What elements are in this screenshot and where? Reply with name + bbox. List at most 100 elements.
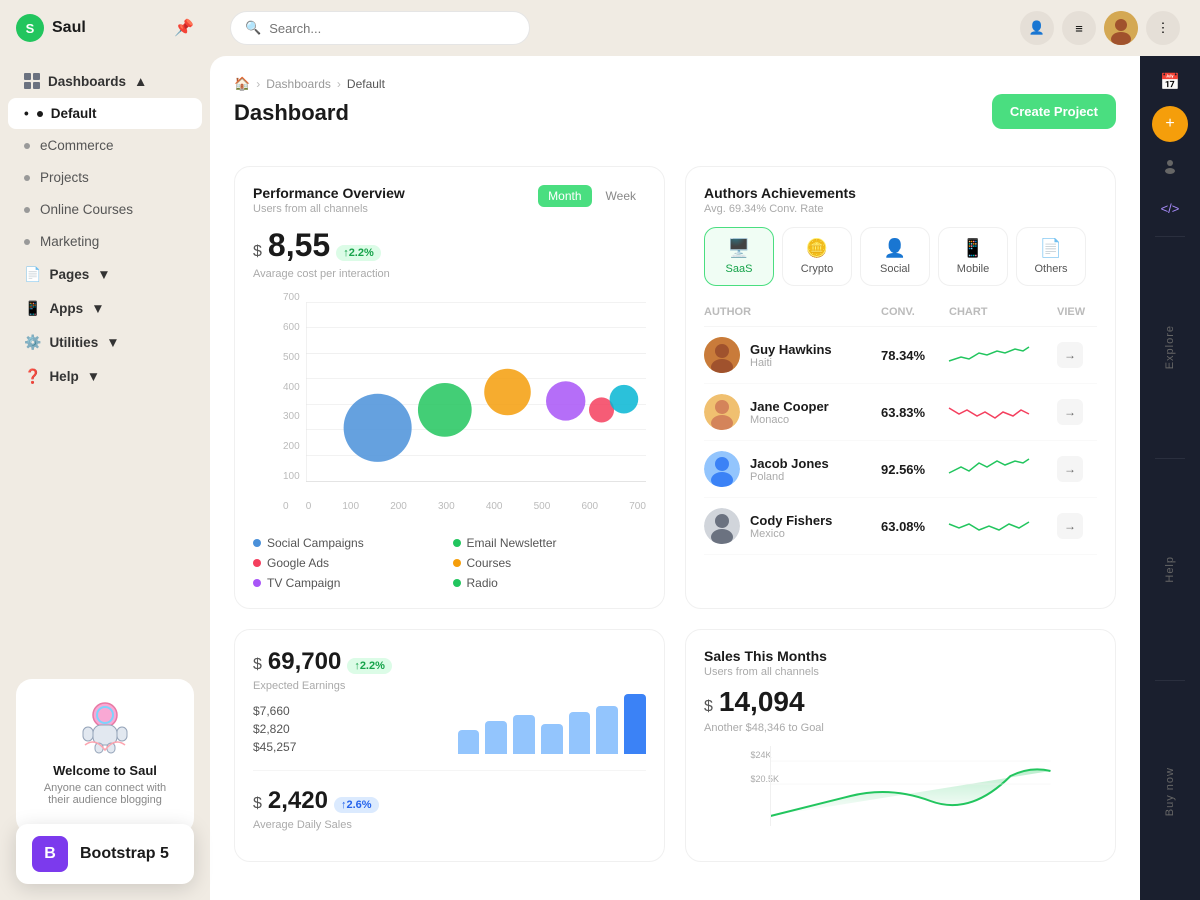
- earnings-badge: ↑2.2%: [347, 658, 392, 674]
- tab-crypto[interactable]: 🪙 Crypto: [782, 227, 852, 286]
- separator: [1155, 236, 1185, 237]
- metric-currency: $: [253, 243, 262, 261]
- notification-button[interactable]: 👤: [1020, 11, 1054, 45]
- sidebar-item-default[interactable]: Default: [8, 98, 202, 129]
- view-btn-cody[interactable]: →: [1057, 513, 1083, 539]
- separator: ›: [256, 77, 260, 91]
- dashboard-grid: Performance Overview Users from all chan…: [234, 166, 1116, 609]
- social-icon: 👤: [884, 238, 906, 259]
- user-panel-button[interactable]: [1152, 148, 1188, 184]
- bar-1: [458, 730, 480, 754]
- search-icon: 🔍: [245, 20, 261, 36]
- sales-currency: $: [704, 698, 713, 716]
- authors-header: Authors Achievements Avg. 69.34% Conv. R…: [704, 185, 1097, 215]
- performance-card: Performance Overview Users from all chan…: [234, 166, 665, 609]
- table-row: Jane Cooper Monaco 63.83% →: [704, 384, 1097, 441]
- sidebar-item-marketing[interactable]: Marketing: [8, 226, 202, 257]
- sidebar: S Saul 📌 Dashboards ▲ Default eCommerce …: [0, 0, 210, 900]
- x-label-700: 700: [629, 501, 646, 512]
- mobile-icon: 📱: [962, 238, 984, 259]
- period-week-tab[interactable]: Week: [596, 185, 646, 207]
- sidebar-item-help[interactable]: ❓ Help ▼: [8, 360, 202, 393]
- table-row: Guy Hawkins Haiti 78.34% →: [704, 327, 1097, 384]
- more-button[interactable]: ⋮: [1146, 11, 1180, 45]
- sidebar-item-ecommerce[interactable]: eCommerce: [8, 130, 202, 161]
- sidebar-nav: Dashboards ▲ Default eCommerce Projects …: [0, 56, 210, 663]
- bubble-svg: [306, 292, 646, 492]
- authors-subtitle: Avg. 69.34% Conv. Rate: [704, 203, 856, 215]
- legend-dot-social: [253, 539, 261, 547]
- x-axis-labels: 0 100 200 300 400 500 600 700: [306, 501, 646, 512]
- legend-label-courses: Courses: [467, 556, 512, 570]
- table-row: Cody Fishers Mexico 63.08% →: [704, 498, 1097, 555]
- legend-courses: Courses: [453, 556, 647, 570]
- y-label-700: 700: [283, 292, 300, 303]
- tab-social[interactable]: 👤 Social: [860, 227, 930, 286]
- sidebar-item-dashboards[interactable]: Dashboards ▲: [8, 65, 202, 97]
- earnings-chart: [458, 648, 647, 754]
- chart-cody: [949, 514, 1029, 538]
- tab-others[interactable]: 📄 Others: [1016, 227, 1086, 286]
- bubble-purple: [546, 381, 585, 420]
- welcome-subtitle: Anyone can connect with their audience b…: [32, 782, 178, 806]
- col-chart: CHART: [949, 306, 1049, 318]
- create-project-button[interactable]: Create Project: [992, 94, 1116, 129]
- view-btn-guy[interactable]: →: [1057, 342, 1083, 368]
- tab-mobile[interactable]: 📱 Mobile: [938, 227, 1008, 286]
- sales-subtitle: Users from all channels: [704, 666, 1097, 678]
- legend-label-email: Email Newsletter: [467, 536, 557, 550]
- sidebar-item-online-courses[interactable]: Online Courses: [8, 194, 202, 225]
- tab-saas[interactable]: 🖥️ SaaS: [704, 227, 774, 286]
- right-panel: 📅 + </> Explore Help Buy now: [1140, 56, 1200, 900]
- search-input[interactable]: [269, 21, 515, 36]
- menu-button[interactable]: ≡: [1062, 11, 1096, 45]
- author-details-jacob: Jacob Jones Poland: [750, 456, 829, 483]
- chevron-icon: ▼: [106, 335, 119, 350]
- main-area: 🔍 👤 ≡ ⋮ 🏠 ›: [210, 0, 1200, 900]
- pin-icon[interactable]: 📌: [174, 18, 194, 38]
- earnings-item-2: $2,820: [253, 722, 442, 736]
- sidebar-item-pages[interactable]: 📄 Pages ▼: [8, 258, 202, 291]
- user-avatar[interactable]: [1104, 11, 1138, 45]
- legend-dot-radio: [453, 579, 461, 587]
- col-author: AUTHOR: [704, 306, 873, 318]
- sales-goal-label: Another $48,346 to Goal: [704, 722, 1097, 734]
- sidebar-item-utilities[interactable]: ⚙️ Utilities ▼: [8, 326, 202, 359]
- sales-month-card: Sales This Months Users from all channel…: [685, 629, 1116, 862]
- bootstrap-icon: B: [32, 836, 68, 872]
- home-icon[interactable]: 🏠: [234, 76, 250, 92]
- y-label-300: 300: [283, 411, 300, 422]
- sidebar-item-projects[interactable]: Projects: [8, 162, 202, 193]
- y-label-200: 200: [283, 441, 300, 452]
- bubble-orange: [484, 369, 531, 416]
- earnings-content: $ 69,700 ↑2.2% Expected Earnings $7,660 …: [253, 648, 646, 754]
- breadcrumb-dashboards[interactable]: Dashboards: [266, 77, 331, 91]
- metric-label: Avarage cost per interaction: [253, 268, 646, 280]
- authors-title: Authors Achievements: [704, 185, 856, 201]
- add-button[interactable]: +: [1152, 106, 1188, 142]
- saas-label: SaaS: [726, 263, 753, 275]
- period-month-tab[interactable]: Month: [538, 185, 591, 207]
- conv-guy: 78.34%: [881, 348, 941, 363]
- legend-label-social: Social Campaigns: [267, 536, 364, 550]
- view-btn-jacob[interactable]: →: [1057, 456, 1083, 482]
- earnings-item-3: $45,257: [253, 740, 442, 754]
- x-label-200: 200: [390, 501, 407, 512]
- earnings-value: 69,700: [268, 648, 341, 676]
- author-info-jane: Jane Cooper Monaco: [704, 394, 873, 430]
- search-container[interactable]: 🔍: [230, 11, 530, 45]
- view-btn-jane[interactable]: →: [1057, 399, 1083, 425]
- calendar-button[interactable]: 📅: [1152, 64, 1188, 100]
- author-details-guy: Guy Hawkins Haiti: [750, 342, 832, 369]
- sidebar-item-apps[interactable]: 📱 Apps ▼: [8, 292, 202, 325]
- earnings-item-1: $7,660: [253, 704, 442, 718]
- code-button[interactable]: </>: [1152, 190, 1188, 226]
- sales-title: Sales This Months: [704, 648, 1097, 664]
- earnings-breakdown: $7,660 $2,820 $45,257: [253, 704, 442, 754]
- earnings-label: Expected Earnings: [253, 680, 442, 692]
- y-label-400: 400: [283, 382, 300, 393]
- chevron-icon: ▼: [91, 301, 104, 316]
- nav-dot: [24, 207, 30, 213]
- app-brand: Saul: [52, 19, 86, 37]
- performance-titles: Performance Overview Users from all chan…: [253, 185, 405, 215]
